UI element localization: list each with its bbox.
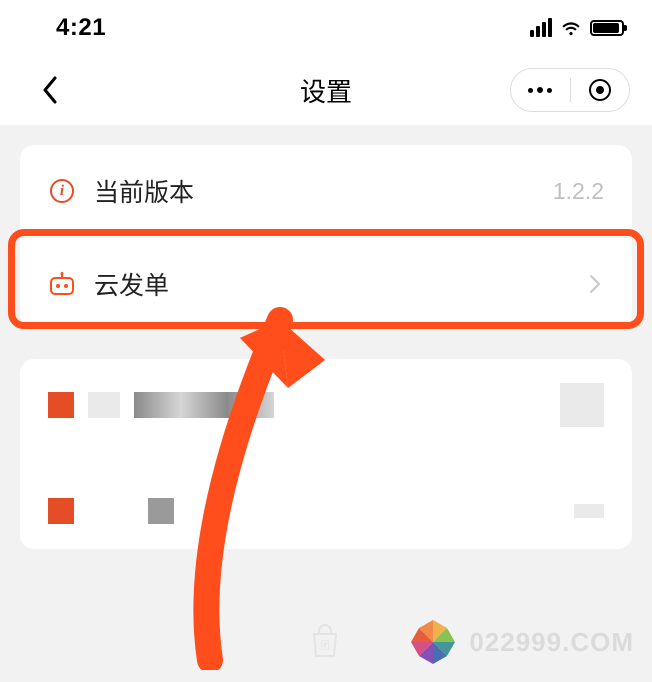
capsule-menu-button[interactable] <box>511 69 570 111</box>
battery-icon <box>590 20 624 36</box>
watermark-text: 022999.COM <box>469 627 634 658</box>
censored-card <box>20 359 632 549</box>
placeholder-block <box>574 504 604 518</box>
pinwheel-icon <box>407 616 459 668</box>
censored-row <box>48 493 604 529</box>
wifi-icon <box>560 17 582 39</box>
row-value: 1.2.2 <box>553 178 604 205</box>
miniprogram-capsule <box>510 68 630 112</box>
row-current-version[interactable]: i 当前版本 1.2.2 <box>20 145 632 237</box>
chevron-left-icon <box>41 76 59 104</box>
chevron-right-icon <box>586 275 604 293</box>
placeholder-block <box>148 498 174 524</box>
row-label: 云发单 <box>94 266 586 302</box>
placeholder-icon <box>48 392 74 418</box>
placeholder-block <box>88 392 120 418</box>
svg-text:团: 团 <box>320 640 330 652</box>
watermark: 022999.COM <box>407 616 634 668</box>
row-cloud-dispatch[interactable]: 云发单 <box>20 237 632 329</box>
placeholder-icon <box>48 498 74 524</box>
target-icon <box>589 79 611 101</box>
bag-icon: 团 <box>310 624 340 658</box>
capsule-close-button[interactable] <box>571 69 630 111</box>
row-label: 当前版本 <box>94 173 553 209</box>
status-time: 4:21 <box>56 14 106 42</box>
status-indicators <box>530 17 624 39</box>
bot-icon <box>48 270 76 298</box>
settings-card: i 当前版本 1.2.2 云发单 <box>20 145 632 329</box>
page-title: 设置 <box>300 72 352 109</box>
placeholder-block <box>560 383 604 427</box>
back-button[interactable] <box>34 74 66 106</box>
censored-row <box>48 387 604 423</box>
status-bar: 4:21 <box>0 0 652 55</box>
nav-bar: 设置 <box>0 55 652 125</box>
info-icon: i <box>48 177 76 205</box>
placeholder-block <box>134 392 274 418</box>
dots-icon <box>528 87 552 93</box>
cellular-signal-icon <box>530 18 552 37</box>
